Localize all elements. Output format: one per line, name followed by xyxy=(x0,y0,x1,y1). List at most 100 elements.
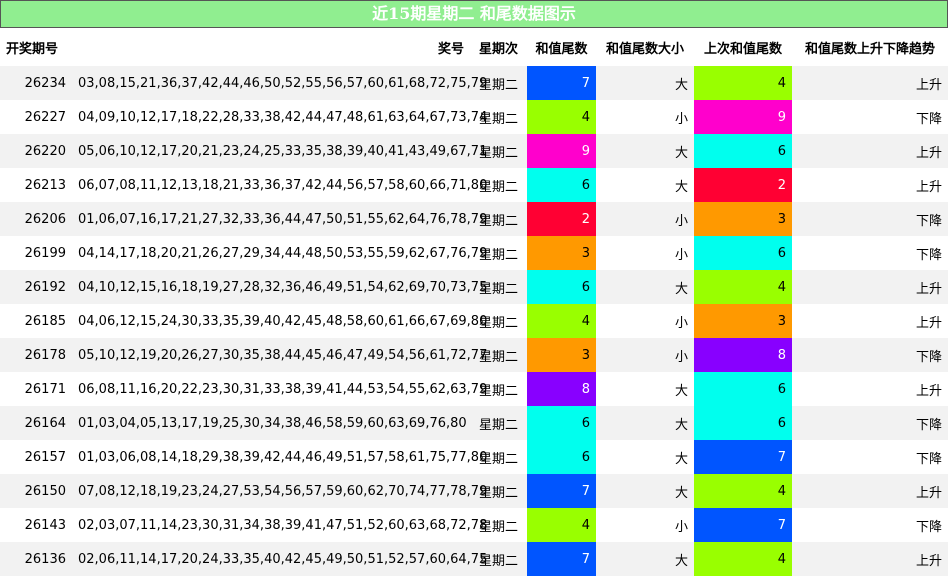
cell-prev-tail: 7 xyxy=(694,440,792,474)
cell-issue: 26164 xyxy=(24,415,66,431)
cell-size: 大 xyxy=(674,179,688,195)
cell-weekday: 星期二 xyxy=(478,213,518,229)
cell-tail: 9 xyxy=(527,134,596,168)
cell-prev-tail: 7 xyxy=(694,508,792,542)
chart-container: 近15期星期二 和尾数据图示 开奖期号 奖号 星期次 和值尾数 和值尾数大小 上… xyxy=(0,0,948,576)
cell-issue: 26213 xyxy=(24,177,66,193)
cell-trend: 上升 xyxy=(915,553,942,569)
cell-size: 大 xyxy=(674,281,688,297)
cell-trend: 上升 xyxy=(915,281,942,297)
cell-tail: 4 xyxy=(527,304,596,338)
cell-size: 大 xyxy=(674,485,688,501)
cell-trend: 上升 xyxy=(915,315,942,331)
cell-trend: 上升 xyxy=(915,77,942,93)
table-row: 26150 07,08,12,18,19,23,24,27,53,54,56,57… xyxy=(0,474,948,508)
cell-tail: 6 xyxy=(527,168,596,202)
cell-weekday: 星期二 xyxy=(478,451,518,467)
cell-tail: 6 xyxy=(527,406,596,440)
header-size: 和值尾数大小 xyxy=(605,41,684,57)
header-issue: 开奖期号 xyxy=(6,41,59,57)
header-trend: 和值尾数上升下降趋势 xyxy=(804,41,935,57)
cell-size: 小 xyxy=(674,111,688,127)
cell-size: 大 xyxy=(674,417,688,433)
cell-issue: 26157 xyxy=(24,449,66,465)
cell-numbers: 03,08,15,21,36,37,42,44,46,50,52,55,56,5… xyxy=(78,75,488,91)
cell-tail: 4 xyxy=(527,100,596,134)
cell-weekday: 星期二 xyxy=(478,553,518,569)
cell-prev-tail: 3 xyxy=(694,202,792,236)
cell-weekday: 星期二 xyxy=(478,247,518,263)
cell-size: 大 xyxy=(674,553,688,569)
cell-numbers: 01,03,04,05,13,17,19,25,30,34,38,46,58,5… xyxy=(78,415,467,431)
table-row: 26220 05,06,10,12,17,20,21,23,24,25,33,35… xyxy=(0,134,948,168)
cell-size: 大 xyxy=(674,451,688,467)
cell-trend: 下降 xyxy=(915,349,942,365)
table-row: 26185 04,06,12,15,24,30,33,35,39,40,42,45… xyxy=(0,304,948,338)
cell-tail: 8 xyxy=(527,372,596,406)
cell-size: 小 xyxy=(674,315,688,331)
cell-prev-tail: 4 xyxy=(694,542,792,576)
cell-issue: 26192 xyxy=(24,279,66,295)
cell-size: 小 xyxy=(674,349,688,365)
cell-numbers: 04,09,10,12,17,18,22,28,33,38,42,44,47,4… xyxy=(78,109,488,125)
cell-numbers: 01,06,07,16,17,21,27,32,33,36,44,47,50,5… xyxy=(78,211,488,227)
cell-trend: 下降 xyxy=(915,111,942,127)
data-table: 开奖期号 奖号 星期次 和值尾数 和值尾数大小 上次和值尾数 和值尾数上升下降趋… xyxy=(0,28,948,576)
cell-size: 大 xyxy=(674,145,688,161)
cell-tail: 7 xyxy=(527,66,596,100)
header-numbers: 奖号 xyxy=(437,41,464,57)
cell-issue: 26220 xyxy=(24,143,66,159)
cell-prev-tail: 3 xyxy=(694,304,792,338)
cell-trend: 上升 xyxy=(915,145,942,161)
cell-trend: 下降 xyxy=(915,247,942,263)
cell-trend: 下降 xyxy=(915,451,942,467)
cell-trend: 下降 xyxy=(915,213,942,229)
cell-trend: 上升 xyxy=(915,485,942,501)
cell-numbers: 07,08,12,18,19,23,24,27,53,54,56,57,59,6… xyxy=(78,483,488,499)
cell-tail: 7 xyxy=(527,542,596,576)
cell-tail: 6 xyxy=(527,440,596,474)
cell-issue: 26199 xyxy=(24,245,66,261)
cell-tail: 3 xyxy=(527,338,596,372)
cell-tail: 6 xyxy=(527,270,596,304)
cell-tail: 4 xyxy=(527,508,596,542)
cell-issue: 26206 xyxy=(24,211,66,227)
cell-issue: 26185 xyxy=(24,313,66,329)
cell-weekday: 星期二 xyxy=(478,77,518,93)
header-prev-tail: 上次和值尾数 xyxy=(703,41,782,57)
cell-issue: 26150 xyxy=(24,483,66,499)
cell-prev-tail: 4 xyxy=(694,270,792,304)
header-tail: 和值尾数 xyxy=(535,41,588,57)
cell-weekday: 星期二 xyxy=(478,485,518,501)
cell-issue: 26171 xyxy=(24,381,66,397)
header-weekday: 星期次 xyxy=(478,41,518,57)
cell-trend: 上升 xyxy=(915,179,942,195)
cell-prev-tail: 2 xyxy=(694,168,792,202)
cell-prev-tail: 9 xyxy=(694,100,792,134)
cell-numbers: 06,08,11,16,20,22,23,30,31,33,38,39,41,4… xyxy=(78,381,488,397)
table-row: 26213 06,07,08,11,12,13,18,21,33,36,37,42… xyxy=(0,168,948,202)
cell-numbers: 05,06,10,12,17,20,21,23,24,25,33,35,38,3… xyxy=(78,143,488,159)
cell-weekday: 星期二 xyxy=(478,349,518,365)
cell-size: 大 xyxy=(674,77,688,93)
table-row: 26171 06,08,11,16,20,22,23,30,31,33,38,39… xyxy=(0,372,948,406)
cell-numbers: 05,10,12,19,20,26,27,30,35,38,44,45,46,4… xyxy=(78,347,488,363)
table-row: 26227 04,09,10,12,17,18,22,28,33,38,42,44… xyxy=(0,100,948,134)
cell-weekday: 星期二 xyxy=(478,383,518,399)
page-title: 近15期星期二 和尾数据图示 xyxy=(0,0,948,28)
table-row: 26157 01,03,06,08,14,18,29,38,39,42,44,46… xyxy=(0,440,948,474)
cell-prev-tail: 6 xyxy=(694,372,792,406)
cell-issue: 26178 xyxy=(24,347,66,363)
cell-numbers: 04,06,12,15,24,30,33,35,39,40,42,45,48,5… xyxy=(78,313,488,329)
table-row: 26206 01,06,07,16,17,21,27,32,33,36,44,47… xyxy=(0,202,948,236)
cell-weekday: 星期二 xyxy=(478,315,518,331)
header-row: 开奖期号 奖号 星期次 和值尾数 和值尾数大小 上次和值尾数 和值尾数上升下降趋… xyxy=(0,28,948,66)
cell-issue: 26234 xyxy=(24,75,66,91)
cell-weekday: 星期二 xyxy=(478,519,518,535)
cell-numbers: 04,14,17,18,20,21,26,27,29,34,44,48,50,5… xyxy=(78,245,488,261)
cell-size: 小 xyxy=(674,213,688,229)
cell-prev-tail: 8 xyxy=(694,338,792,372)
cell-prev-tail: 4 xyxy=(694,474,792,508)
cell-size: 小 xyxy=(674,247,688,263)
table-row: 26136 02,06,11,14,17,20,24,33,35,40,42,45… xyxy=(0,542,948,576)
